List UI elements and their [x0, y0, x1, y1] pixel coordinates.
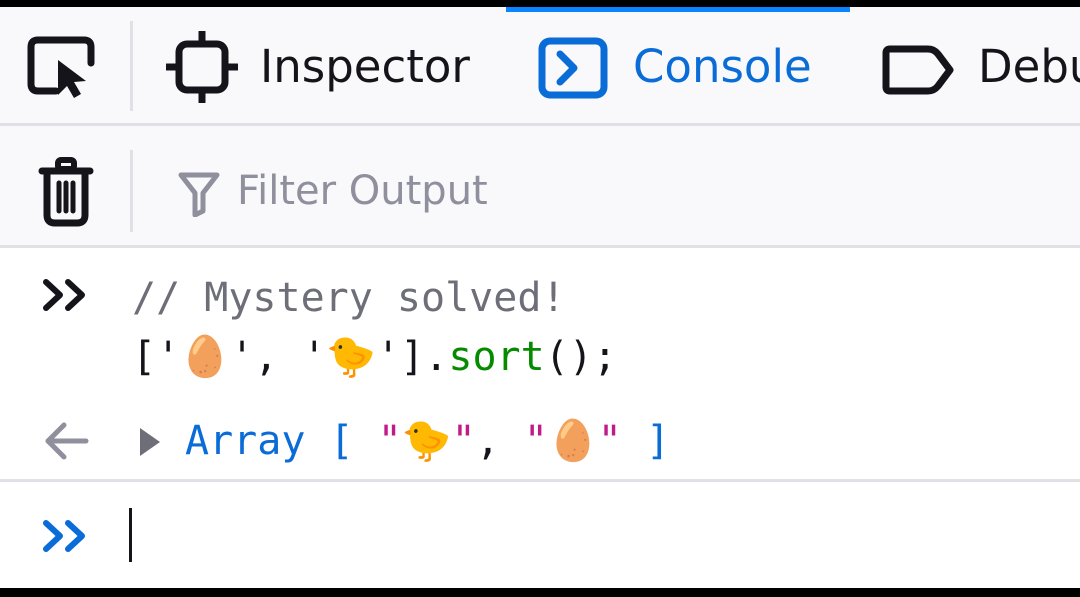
egg-emoji: 🥚 — [547, 418, 598, 464]
devtools-toolbar: Inspector Console Debu — [0, 7, 1080, 126]
array-close-bracket: ] — [645, 418, 671, 464]
sort-method: sort — [448, 334, 545, 380]
debugger-icon — [882, 45, 954, 95]
chick-emoji: 🐤 — [326, 334, 377, 380]
result-arrow-icon — [42, 421, 90, 461]
console-icon — [538, 37, 608, 99]
console-filter-bar — [0, 126, 1080, 248]
input-prompt-icon — [42, 279, 90, 311]
toolbar-separator — [130, 21, 133, 111]
trash-icon[interactable] — [38, 157, 94, 227]
code-segment: [' — [132, 334, 181, 380]
quote: " — [377, 418, 402, 464]
code-segment: (); — [544, 334, 617, 380]
filter-icon — [178, 171, 220, 218]
tab-debugger-label: Debu — [978, 40, 1080, 93]
code-segment: ']. — [376, 334, 449, 380]
code-segment: ', ' — [229, 334, 327, 380]
filter-separator — [130, 150, 133, 232]
quote: " — [523, 418, 548, 464]
quote: " — [451, 418, 476, 464]
quote: " — [597, 418, 622, 464]
tab-inspector-label: Inspector — [260, 40, 470, 93]
array-open-bracket: [ — [329, 418, 354, 464]
array-result[interactable]: Array [ "🐤", "🥚" ] — [185, 421, 670, 461]
output-divider — [0, 479, 1080, 482]
text-caret — [129, 508, 132, 562]
chick-emoji: 🐤 — [401, 418, 452, 464]
devtools-panel: Inspector Console Debu — [0, 7, 1080, 588]
inspector-icon — [163, 28, 241, 106]
array-label: Array — [185, 418, 306, 464]
element-picker-icon[interactable] — [26, 35, 96, 99]
code-comment: // Mystery solved! — [132, 275, 566, 321]
active-tab-indicator — [506, 7, 850, 12]
input-prompt-icon — [42, 520, 90, 552]
array-separator: , — [475, 418, 500, 464]
expand-triangle-icon[interactable] — [138, 426, 162, 458]
filter-output-input[interactable] — [237, 165, 937, 217]
tab-console-label: Console — [633, 40, 812, 93]
egg-emoji: 🥚 — [180, 334, 230, 380]
code-line: ['🥚', '🐤'].sort(); — [132, 337, 617, 377]
